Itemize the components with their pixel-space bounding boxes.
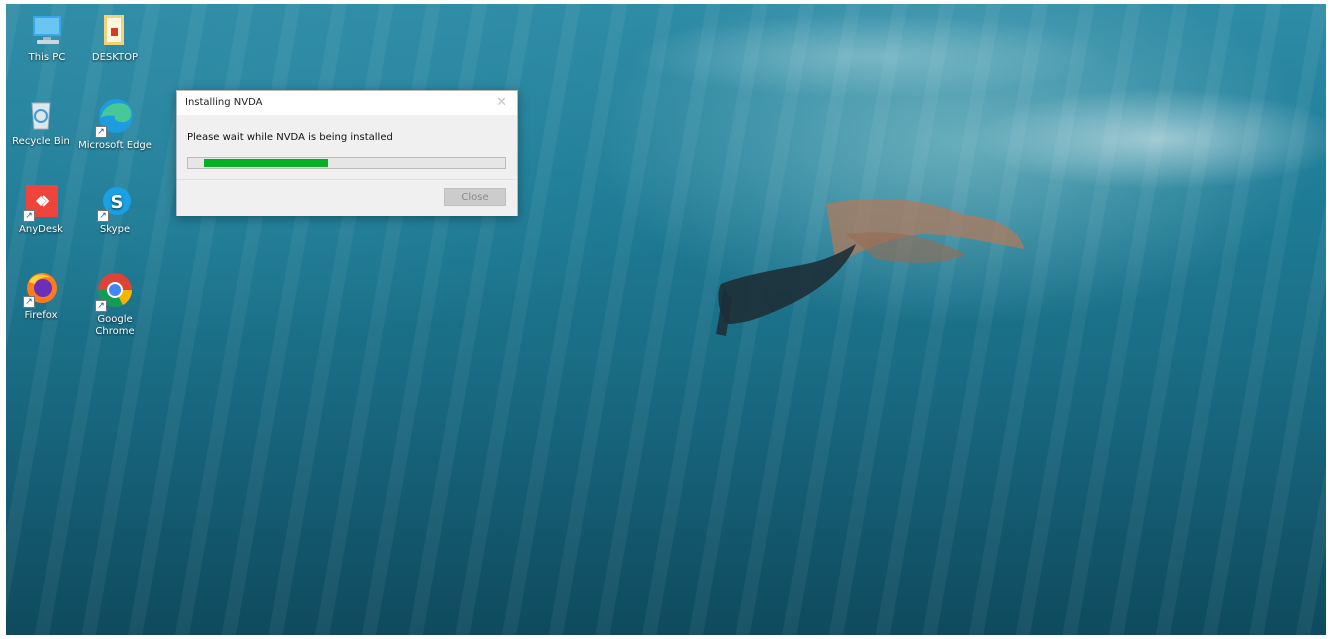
dialog-footer: Close	[177, 179, 517, 216]
close-button[interactable]: Close	[444, 188, 506, 206]
this-pc-icon	[29, 12, 65, 48]
close-icon[interactable]: ✕	[496, 95, 507, 110]
diver-image	[716, 198, 1024, 336]
desktop-icon-label: Recycle Bin	[12, 136, 70, 147]
progress-bar	[187, 157, 506, 169]
shortcut-arrow-icon: ↗	[23, 296, 35, 308]
desktop-icon-label: Firefox	[24, 310, 58, 321]
desktop-icon-label: This PC	[28, 52, 66, 63]
desktop-icon-firefox[interactable]: ↗ Firefox	[6, 270, 78, 322]
desktop-icon-label: AnyDesk	[19, 224, 63, 235]
progress-fill	[204, 159, 328, 167]
recycle-bin-icon	[23, 96, 59, 132]
desktop-icon-recycle-bin[interactable]: Recycle Bin	[6, 96, 78, 148]
desktop-icon-microsoft-edge[interactable]: ↗ Microsoft Edge	[78, 96, 152, 152]
desktop-icon-label: Skype	[99, 224, 131, 235]
anydesk-icon: ↗	[23, 184, 59, 222]
desktop-icon-this-pc[interactable]: This PC	[10, 12, 84, 64]
folder-icon	[97, 12, 133, 48]
shortcut-arrow-icon: ↗	[95, 300, 107, 312]
chrome-icon: ↗	[95, 270, 135, 312]
desktop-icon-label: DESKTOP	[91, 52, 139, 63]
shortcut-arrow-icon: ↗	[95, 126, 107, 138]
desktop-icon-anydesk[interactable]: ↗ AnyDesk	[6, 184, 78, 236]
svg-text:S: S	[111, 192, 124, 213]
desktop-icon-label: Google Chrome	[95, 314, 135, 337]
edge-icon: ↗	[95, 96, 135, 138]
firefox-icon: ↗	[23, 270, 59, 308]
shortcut-arrow-icon: ↗	[23, 210, 35, 222]
shortcut-arrow-icon: ↗	[97, 210, 109, 222]
desktop-icon-label: Microsoft Edge	[78, 140, 152, 151]
dialog-titlebar[interactable]: Installing NVDA ✕	[177, 91, 517, 115]
desktop-icon-skype[interactable]: S ↗ Skype	[78, 184, 152, 236]
dialog-title: Installing NVDA	[185, 97, 263, 108]
desktop-icon-desktop-folder[interactable]: DESKTOP	[78, 12, 152, 64]
install-dialog: Installing NVDA ✕ Please wait while NVDA…	[176, 90, 518, 216]
desktop-icon-google-chrome[interactable]: ↗ Google Chrome	[78, 270, 152, 338]
dialog-message: Please wait while NVDA is being installe…	[187, 132, 393, 143]
skype-icon: S ↗	[97, 184, 133, 222]
